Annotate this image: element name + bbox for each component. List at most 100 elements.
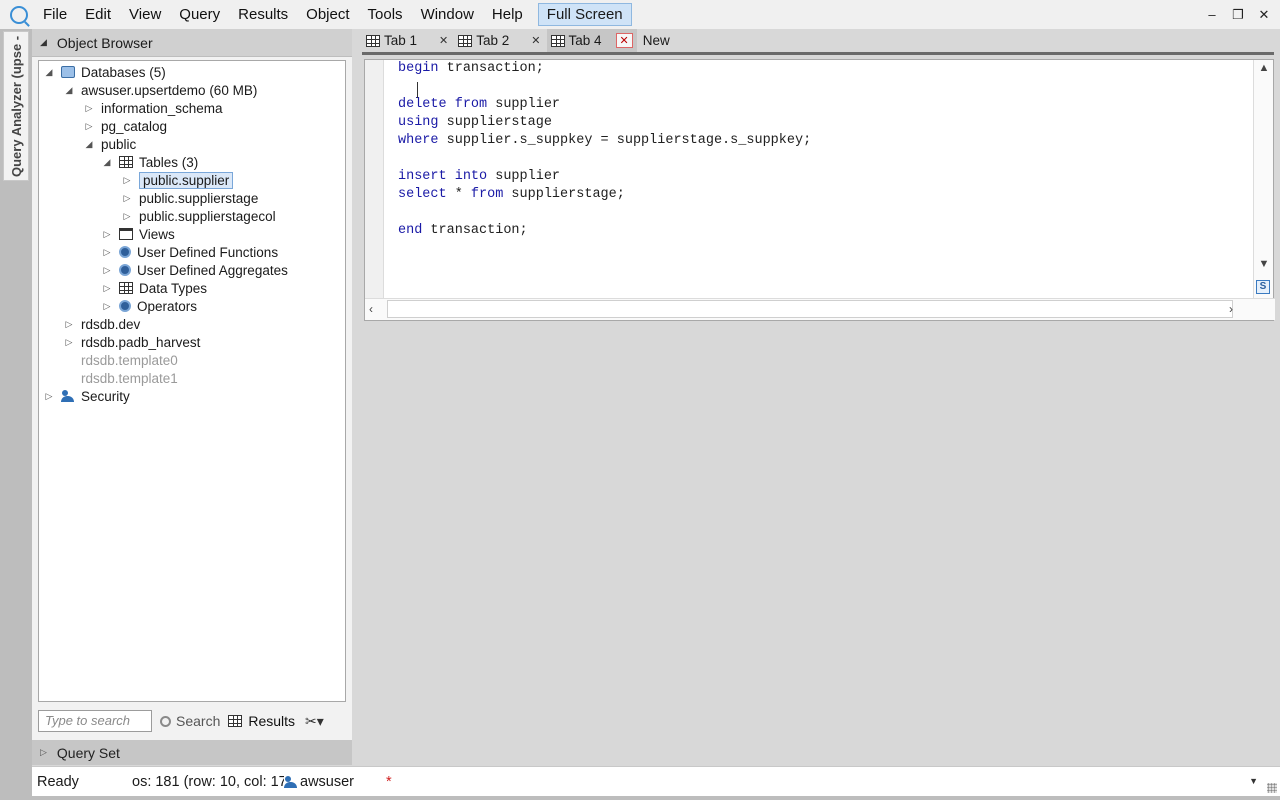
status-position: os: 181 (row: 10, col: 17 <box>132 773 284 790</box>
menu-object[interactable]: Object <box>297 0 358 29</box>
tree-node-data-types[interactable]: ▷ Data Types <box>101 279 208 297</box>
scroll-down-icon[interactable]: ▼ <box>1254 258 1274 270</box>
code-line: select * from supplierstage; <box>398 187 625 202</box>
menu-results[interactable]: Results <box>229 0 297 29</box>
menu-file[interactable]: File <box>34 0 76 29</box>
menu-help[interactable]: Help <box>483 0 532 29</box>
tree-node-public-supplier[interactable]: ▷ public.supplier <box>121 171 234 189</box>
tab-grid-icon <box>458 34 473 47</box>
collapsed-triangle-icon[interactable]: ▷ <box>101 283 113 294</box>
object-browser-header[interactable]: ◢ Object Browser <box>32 29 352 57</box>
scroll-track[interactable] <box>387 300 1233 318</box>
minimize-icon[interactable]: – <box>1202 7 1222 22</box>
tree-node-udf[interactable]: ▷ User Defined Functions <box>101 243 279 261</box>
user-icon <box>284 775 297 788</box>
collapsed-triangle-icon[interactable]: ▷ <box>101 265 113 276</box>
results-button[interactable]: Results <box>228 713 295 729</box>
full-screen-button[interactable]: Full Screen <box>537 3 632 26</box>
tree-label: rdsdb.padb_harvest <box>81 334 201 350</box>
collapsed-triangle-icon[interactable]: ▷ <box>63 319 75 330</box>
tree-node-operators[interactable]: ▷ Operators <box>101 297 198 315</box>
chevron-down-icon[interactable]: ▼ <box>1249 776 1258 786</box>
tree-node-upsertdemo[interactable]: ◢ awsuser.upsertdemo (60 MB) <box>63 81 258 99</box>
tree-label: Databases (5) <box>81 64 166 80</box>
new-tab-button[interactable]: New <box>643 29 670 52</box>
tree-node-public-supplierstage[interactable]: ▷ public.supplierstage <box>121 189 259 207</box>
collapsed-triangle-icon[interactable]: ▷ <box>101 301 113 312</box>
left-rail: Query Analyzer (upse - <box>0 29 32 800</box>
tree-node-pg-catalog[interactable]: ▷ pg_catalog <box>83 117 168 135</box>
tab-close-icon[interactable]: ✕ <box>531 34 540 47</box>
expanded-triangle-icon[interactable]: ◢ <box>43 67 55 78</box>
collapsed-triangle-icon[interactable]: ▷ <box>101 247 113 258</box>
tree-node-databases[interactable]: ◢ Databases (5) <box>43 63 166 81</box>
modified-indicator: * <box>386 773 392 790</box>
tab-4[interactable]: Tab 4 ✕ <box>546 29 637 52</box>
restore-icon[interactable]: ❐ <box>1228 7 1248 23</box>
status-ready: Ready <box>37 773 79 790</box>
tree-node-rdsdb-template0[interactable]: rdsdb.template0 <box>81 351 178 369</box>
tree-label: awsuser.upsertdemo (60 MB) <box>81 82 258 98</box>
tree-node-tables[interactable]: ◢ Tables (3) <box>101 153 199 171</box>
tab-2[interactable]: Tab 2 ✕ <box>454 29 544 52</box>
tab-close-icon[interactable]: ✕ <box>439 34 448 47</box>
collapsed-triangle-icon[interactable]: ▷ <box>101 229 113 240</box>
tree-node-rdsdb-dev[interactable]: ▷ rdsdb.dev <box>63 315 141 333</box>
close-icon[interactable]: ✕ <box>1254 7 1274 23</box>
operator-gear-icon <box>119 300 131 312</box>
tree-label: Security <box>81 388 130 404</box>
editor-corner-icon[interactable]: S <box>1256 280 1270 294</box>
object-browser-toolbar: Type to search Search Results ✂▾ <box>38 709 346 733</box>
menu-window[interactable]: Window <box>412 0 483 29</box>
aggregate-gear-icon <box>119 264 131 276</box>
editor-gutter <box>365 60 384 298</box>
expanded-triangle-icon[interactable]: ◢ <box>83 139 95 150</box>
collapsed-triangle-icon[interactable]: ▷ <box>83 121 95 132</box>
menu-edit[interactable]: Edit <box>76 0 120 29</box>
tree-node-security[interactable]: ▷ Security <box>43 387 130 405</box>
tab-close-icon[interactable]: ✕ <box>615 33 633 48</box>
collapsed-triangle-icon[interactable]: ▷ <box>121 175 133 186</box>
menu-tools[interactable]: Tools <box>359 0 412 29</box>
collapsed-triangle-icon[interactable]: ▷ <box>121 193 133 204</box>
query-set-header[interactable]: ▷ Query Set <box>32 740 352 765</box>
menu-view[interactable]: View <box>120 0 170 29</box>
query-analyzer-side-tab[interactable]: Query Analyzer (upse - <box>3 31 29 181</box>
tree-node-information-schema[interactable]: ▷ information_schema <box>83 99 223 117</box>
tools-dropdown-icon[interactable]: ✂▾ <box>305 713 324 730</box>
function-gear-icon <box>119 246 131 258</box>
vertical-scrollbar[interactable]: ▲ ▼ <box>1253 60 1273 298</box>
tree-node-rdsdb-padb-harvest[interactable]: ▷ rdsdb.padb_harvest <box>63 333 201 351</box>
collapsed-triangle-icon[interactable]: ▷ <box>63 337 75 348</box>
tree-node-public[interactable]: ◢ public <box>83 135 137 153</box>
tree-node-views[interactable]: ▷ Views <box>101 225 175 243</box>
scroll-up-icon[interactable]: ▲ <box>1254 62 1274 74</box>
tab-1[interactable]: Tab 1 ✕ <box>362 29 452 52</box>
scroll-right-icon[interactable]: › <box>1229 302 1233 316</box>
tab-bar: Tab 1 ✕ Tab 2 ✕ Tab 4 ✕ New <box>362 29 1274 55</box>
menu-query[interactable]: Query <box>170 0 229 29</box>
tree-node-uda[interactable]: ▷ User Defined Aggregates <box>101 261 288 279</box>
expanded-triangle-icon[interactable]: ◢ <box>101 157 113 168</box>
tree-label-selected: public.supplier <box>139 171 234 189</box>
data-types-grid-icon <box>119 282 133 294</box>
search-button[interactable]: Search <box>160 713 220 729</box>
horizontal-scrollbar[interactable]: ‹ › <box>365 298 1275 320</box>
tab-label: Tab 4 <box>568 33 602 48</box>
tree-label: Data Types <box>139 280 208 296</box>
sql-editor[interactable]: begin transaction; delete from supplier … <box>364 59 1275 321</box>
resize-grip-icon[interactable] <box>1267 783 1277 793</box>
status-user-name: awsuser <box>300 773 354 790</box>
tree-label: User Defined Functions <box>137 244 279 260</box>
tab-grid-icon <box>366 34 380 47</box>
editor-code[interactable]: begin transaction; delete from supplier … <box>398 60 811 240</box>
tree-node-rdsdb-template1[interactable]: rdsdb.template1 <box>81 369 178 387</box>
expanded-triangle-icon[interactable]: ◢ <box>63 85 75 96</box>
collapsed-triangle-icon[interactable]: ▷ <box>121 211 133 222</box>
collapsed-triangle-icon[interactable]: ▷ <box>83 103 95 114</box>
collapsed-triangle-icon[interactable]: ▷ <box>43 391 55 402</box>
tree-node-public-supplierstagecol[interactable]: ▷ public.supplierstagecol <box>121 207 276 225</box>
search-input[interactable]: Type to search <box>38 710 152 732</box>
tab-label: Tab 2 <box>476 33 510 48</box>
scroll-left-icon[interactable]: ‹ <box>369 302 373 316</box>
